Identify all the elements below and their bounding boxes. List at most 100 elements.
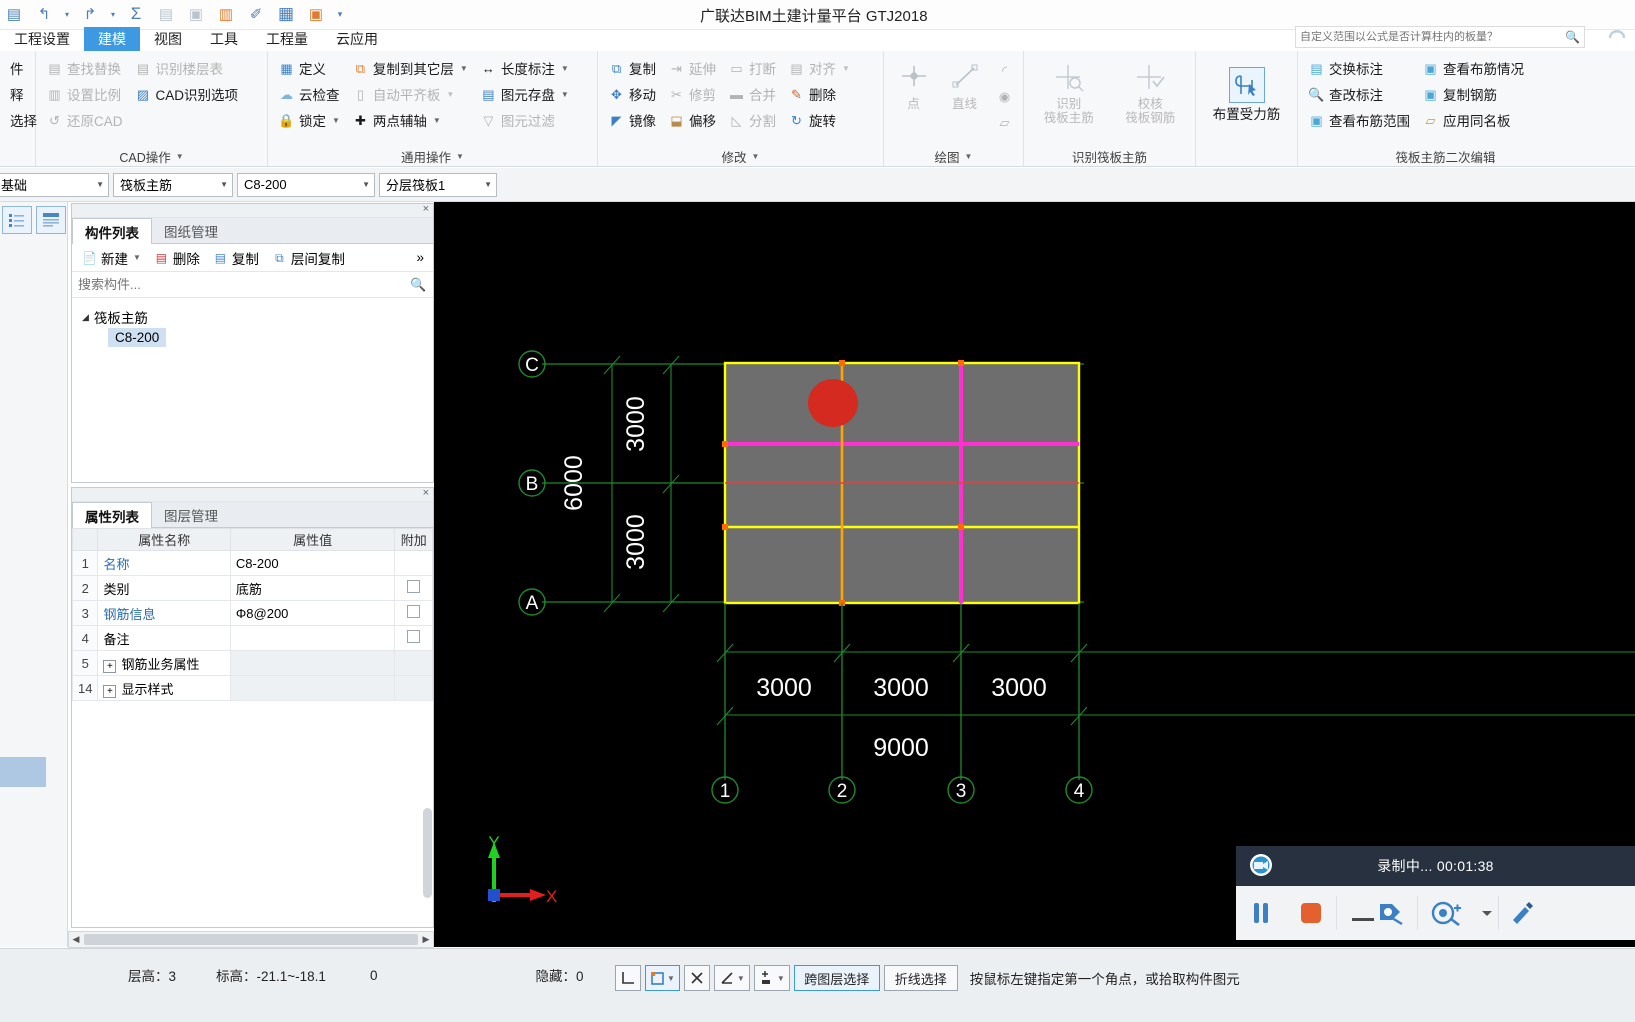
global-search-box[interactable]: 🔍: [1295, 26, 1585, 48]
chevron-down-icon[interactable]: ▼: [478, 180, 492, 189]
ribbon-item-mirror[interactable]: ◤ 镜像: [602, 107, 662, 133]
component-list-toggle-button[interactable]: [2, 206, 32, 234]
floor-select[interactable]: 基础 ▼: [0, 172, 109, 197]
chevron-down-icon[interactable]: ▼: [133, 253, 141, 262]
tree-node-root[interactable]: ◢ 筏板主筋: [82, 306, 433, 328]
export-icon[interactable]: ▥: [214, 2, 238, 26]
angle-snap-icon[interactable]: ▼: [713, 965, 750, 991]
tab-property-list[interactable]: 属性列表: [72, 502, 152, 528]
chevron-down-icon[interactable]: ▼: [176, 152, 184, 161]
no-snap-icon[interactable]: [683, 965, 710, 991]
property-list-toggle-button[interactable]: [36, 206, 66, 234]
attach-checkbox[interactable]: [407, 630, 421, 643]
close-icon[interactable]: ×: [423, 203, 429, 215]
ribbon-item-lock[interactable]: 🔒 锁定 ▼: [272, 107, 346, 133]
stop-button[interactable]: [1286, 900, 1336, 926]
menu-tab-2[interactable]: 视图: [140, 27, 196, 51]
tab-drawing-manage[interactable]: 图纸管理: [152, 218, 230, 243]
ribbon-item-copy-rebar[interactable]: ▣ 复制钢筋: [1416, 81, 1530, 107]
ribbon-item-extend[interactable]: ⇥ 延伸: [662, 55, 722, 81]
ribbon-big-point[interactable]: 点: [888, 55, 939, 145]
chevron-down-icon[interactable]: ▼: [446, 90, 454, 99]
ribbon-item-element-filter[interactable]: ▽ 图元过滤: [474, 107, 575, 133]
attach-checkbox[interactable]: [407, 605, 421, 618]
scroll-left-arrow-icon[interactable]: ◀: [69, 934, 83, 945]
cross-floor-copy-button[interactable]: ⧉ 层间复制: [266, 246, 350, 270]
pen-icon[interactable]: ✐: [244, 2, 268, 26]
chevron-down-icon[interactable]: ▼: [561, 64, 569, 73]
redo-dropdown-icon[interactable]: ▾: [108, 2, 118, 26]
ribbon-item-offset[interactable]: ⬓ 偏移: [662, 107, 722, 133]
table-row[interactable]: 2 类别 底筋: [71, 575, 433, 601]
ribbon-item-two-point-axis[interactable]: ✚ 两点辅轴 ▼: [346, 107, 474, 133]
menu-tab-4[interactable]: 工程量: [252, 27, 322, 51]
layer-select[interactable]: 分层筏板1 ▼: [379, 172, 497, 197]
more-icon[interactable]: ▾: [334, 2, 346, 26]
ribbon-item-exchange-annotation[interactable]: ▤ 交换标注: [1302, 55, 1416, 81]
table-row[interactable]: 4 备注: [71, 625, 433, 651]
scroll-thumb[interactable]: [84, 934, 418, 945]
ribbon-item-move[interactable]: ✥ 移动: [602, 81, 662, 107]
help-icon[interactable]: [1607, 22, 1627, 48]
delete-component-button[interactable]: ▤ 删除: [148, 246, 205, 270]
global-search-input[interactable]: [1300, 31, 1566, 43]
grid-icon[interactable]: ▦: [274, 2, 298, 26]
menu-tab-1[interactable]: 建模: [84, 27, 140, 51]
tab-component-list[interactable]: 构件列表: [72, 218, 152, 244]
row-value[interactable]: 底筋: [229, 575, 396, 601]
toolbar-overflow-button[interactable]: »: [411, 248, 429, 267]
pause-button[interactable]: [1236, 901, 1286, 925]
table-row[interactable]: 1 名称 C8-200: [71, 550, 433, 576]
ribbon-item-align[interactable]: ▤ 对齐 ▼: [782, 55, 856, 81]
ribbon-item-view-rebar-status[interactable]: ▣ 查看布筋情况: [1416, 55, 1530, 81]
ribbon-item-identify-floor-table[interactable]: ▤ 识别楼层表: [129, 55, 245, 81]
tree-leaf-c8-200[interactable]: C8-200: [108, 328, 167, 347]
panel-horizontal-scrollbar[interactable]: ◀ ▶: [68, 931, 434, 948]
point-snap-icon[interactable]: ▼: [753, 965, 790, 991]
chevron-down-icon[interactable]: ▼: [965, 152, 973, 161]
redo-icon[interactable]: ↱: [78, 2, 102, 26]
undo-dropdown-icon[interactable]: ▾: [62, 2, 72, 26]
ribbon-big-check-raft[interactable]: 校核 筏板钢筋: [1110, 55, 1192, 145]
expand-icon[interactable]: +: [103, 684, 117, 698]
ribbon-item-define[interactable]: ▦ 定义: [272, 55, 346, 81]
ribbon-big-line[interactable]: 直线: [939, 55, 990, 145]
ribbon-item-rectangle[interactable]: ▱: [990, 109, 1019, 135]
preview-icon[interactable]: ▣: [184, 2, 208, 26]
more-button[interactable]: [1476, 908, 1498, 918]
ortho-icon[interactable]: [615, 965, 641, 991]
screen-recorder-widget[interactable]: 录制中... 00:01:38: [1236, 846, 1635, 940]
ribbon-item-circle[interactable]: ◉: [990, 83, 1019, 109]
ribbon-big-layout-rebar[interactable]: 布置受力筋: [1204, 55, 1290, 145]
ribbon-item-element-save[interactable]: ▤ 图元存盘 ▼: [474, 81, 575, 107]
ribbon-item-break[interactable]: ▭ 打断: [722, 55, 782, 81]
ribbon-item-copy[interactable]: ⧉ 复制: [602, 55, 662, 81]
save-icon[interactable]: ▤: [2, 2, 26, 26]
close-icon[interactable]: ×: [423, 487, 429, 499]
attach-checkbox[interactable]: [407, 580, 421, 593]
sum-icon[interactable]: Σ: [124, 2, 148, 26]
table-row[interactable]: 3 钢筋信息 Φ8@200: [71, 600, 433, 626]
settings-button[interactable]: [1499, 900, 1545, 926]
search-icon[interactable]: 🔍: [1565, 30, 1580, 44]
chevron-down-icon[interactable]: ▼: [460, 64, 468, 73]
ribbon-item-cloud-check[interactable]: ☁ 云检查: [272, 81, 346, 107]
row-value[interactable]: C8-200: [229, 550, 396, 576]
cross-layer-select-button[interactable]: 跨图层选择: [793, 965, 880, 991]
left-strip-selected-item[interactable]: [0, 757, 46, 787]
component-search-box[interactable]: 🔍: [72, 272, 433, 298]
component-search-input[interactable]: [78, 277, 410, 292]
ribbon-item-find-replace[interactable]: ▤ 查找替换: [40, 55, 129, 81]
ribbon-item-delete[interactable]: ✎ 删除: [782, 81, 856, 107]
chevron-down-icon[interactable]: ▼: [456, 152, 464, 161]
addfile-icon[interactable]: ▣: [304, 2, 328, 26]
ribbon-item-split[interactable]: ◺ 分割: [722, 107, 782, 133]
ribbon-item-set-scale[interactable]: ▥ 设置比例: [40, 81, 129, 107]
ribbon-item-rotate[interactable]: ↻ 旋转: [782, 107, 856, 133]
expand-arrow-icon[interactable]: ◢: [82, 312, 89, 323]
ribbon-item-arc[interactable]: ◜: [990, 57, 1019, 83]
object-snap-icon[interactable]: ▼: [645, 965, 680, 991]
ribbon-item-edit-annotation[interactable]: 🔍 查改标注: [1302, 81, 1416, 107]
report-icon[interactable]: ▤: [154, 2, 178, 26]
chevron-down-icon[interactable]: ▼: [752, 152, 760, 161]
